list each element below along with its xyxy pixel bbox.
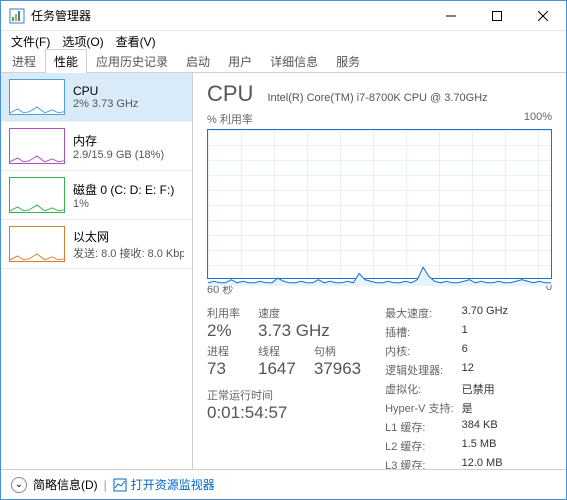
monitor-icon	[113, 478, 127, 492]
cpu-chart	[207, 129, 552, 279]
footer: ⌄ 简略信息(D) | 打开资源监视器	[1, 469, 566, 499]
handle-label: 句柄	[314, 343, 361, 359]
menu-options[interactable]: 选项(O)	[56, 33, 109, 50]
page-title: CPU	[207, 81, 253, 107]
close-button[interactable]	[520, 1, 566, 30]
sidebar-item-title: CPU	[73, 84, 138, 98]
sidebar-item-title: 磁盘 0 (C: D: E: F:)	[73, 181, 174, 198]
brief-info-link[interactable]: 简略信息(D)	[33, 476, 98, 493]
sidebar-item-1[interactable]: 内存2.9/15.9 GB (18%)	[1, 122, 192, 171]
main-panel: CPU Intel(R) Core(TM) i7-8700K CPU @ 3.7…	[193, 73, 566, 469]
spec-label-0: 最大速度:	[385, 305, 453, 321]
sidebar-item-sub: 2.9/15.9 GB (18%)	[73, 149, 164, 161]
sidebar-item-0[interactable]: CPU2% 3.73 GHz	[1, 73, 192, 122]
sidebar-item-sub: 1%	[73, 198, 174, 210]
util-value: 2%	[207, 321, 240, 341]
speed-label: 速度	[258, 305, 361, 321]
menubar: 文件(F) 选项(O) 查看(V)	[1, 31, 566, 51]
window-title: 任务管理器	[31, 7, 428, 24]
chevron-down-icon[interactable]: ⌄	[11, 477, 27, 493]
thread-value: 1647	[258, 359, 296, 379]
tab-2[interactable]: 应用历史记录	[87, 49, 177, 73]
spec-value-1: 1	[462, 324, 508, 340]
thread-label: 线程	[258, 343, 296, 359]
sidebar-item-3[interactable]: 以太网发送: 8.0 接收: 8.0 Kbps	[1, 220, 192, 269]
spec-value-8: 12.0 MB	[462, 457, 508, 469]
uptime-label: 正常运行时间	[207, 387, 361, 403]
tab-0[interactable]: 进程	[3, 49, 45, 73]
titlebar: 任务管理器	[1, 1, 566, 31]
app-icon	[9, 8, 25, 24]
spec-label-1: 插槽:	[385, 324, 453, 340]
sidebar-item-title: 以太网	[73, 228, 184, 245]
spec-label-5: Hyper-V 支持:	[385, 400, 453, 416]
proc-label: 进程	[207, 343, 240, 359]
sidebar-item-2[interactable]: 磁盘 0 (C: D: E: F:)1%	[1, 171, 192, 220]
spec-label-4: 虚拟化:	[385, 381, 453, 397]
mini-chart-icon	[9, 177, 65, 213]
tab-4[interactable]: 用户	[219, 49, 261, 73]
sidebar: CPU2% 3.73 GHz内存2.9/15.9 GB (18%)磁盘 0 (C…	[1, 73, 193, 469]
spec-value-3: 12	[462, 362, 508, 378]
spec-label-7: L2 缓存:	[385, 438, 453, 454]
spec-value-6: 384 KB	[462, 419, 508, 435]
util-label: 利用率	[207, 305, 240, 321]
mini-chart-icon	[9, 128, 65, 164]
tab-3[interactable]: 启动	[177, 49, 219, 73]
spec-value-4: 已禁用	[462, 381, 508, 397]
cpu-model: Intel(R) Core(TM) i7-8700K CPU @ 3.70GHz	[267, 92, 487, 104]
tab-6[interactable]: 服务	[327, 49, 369, 73]
menu-view[interactable]: 查看(V)	[110, 33, 162, 50]
speed-value: 3.73 GHz	[258, 321, 361, 341]
spec-label-6: L1 缓存:	[385, 419, 453, 435]
tab-1[interactable]: 性能	[45, 49, 87, 73]
sidebar-item-title: 内存	[73, 132, 164, 149]
minimize-button[interactable]	[428, 1, 474, 30]
spec-value-7: 1.5 MB	[462, 438, 508, 454]
chart-ylabel: % 利用率	[207, 111, 253, 127]
spec-value-0: 3.70 GHz	[462, 305, 508, 321]
sidebar-item-sub: 2% 3.73 GHz	[73, 98, 138, 110]
spec-label-2: 内核:	[385, 343, 453, 359]
proc-value: 73	[207, 359, 240, 379]
resource-monitor-link[interactable]: 打开资源监视器	[113, 476, 215, 493]
mini-chart-icon	[9, 226, 65, 262]
tab-5[interactable]: 详细信息	[261, 49, 327, 73]
spec-label-3: 逻辑处理器:	[385, 362, 453, 378]
spec-label-8: L3 缓存:	[385, 457, 453, 469]
tabbar: 进程性能应用历史记录启动用户详细信息服务	[1, 51, 566, 73]
mini-chart-icon	[9, 79, 65, 115]
handle-value: 37963	[314, 359, 361, 379]
menu-file[interactable]: 文件(F)	[5, 33, 56, 50]
maximize-button[interactable]	[474, 1, 520, 30]
spec-value-2: 6	[462, 343, 508, 359]
chart-ymax: 100%	[524, 111, 552, 127]
sidebar-item-sub: 发送: 8.0 接收: 8.0 Kbps	[73, 245, 184, 261]
uptime-value: 0:01:54:57	[207, 403, 361, 423]
spec-value-5: 是	[462, 400, 508, 416]
